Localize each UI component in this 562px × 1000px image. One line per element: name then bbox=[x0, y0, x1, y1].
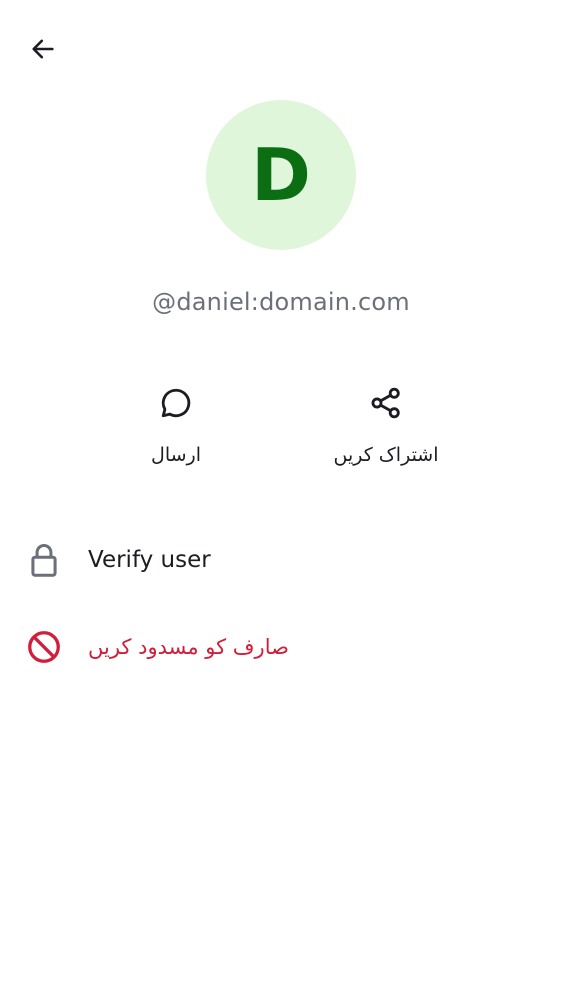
user-id: @daniel:domain.com bbox=[152, 288, 410, 316]
share-icon bbox=[366, 376, 406, 430]
arrow-left-icon bbox=[29, 35, 57, 68]
block-icon bbox=[24, 627, 64, 667]
send-message-button[interactable]: ارسال bbox=[86, 376, 266, 486]
verify-user-row[interactable]: Verify user bbox=[0, 524, 562, 596]
block-user-row[interactable]: صارف کو مسدود کریں bbox=[0, 611, 562, 683]
block-user-label: صارف کو مسدود کریں bbox=[88, 635, 289, 659]
share-button[interactable]: اشتراک کریں bbox=[296, 376, 476, 486]
avatar-initial: D bbox=[251, 133, 311, 217]
chat-bubble-icon bbox=[156, 376, 196, 430]
share-label: اشتراک کریں bbox=[333, 444, 439, 466]
send-label: ارسال bbox=[151, 444, 201, 466]
verify-user-label: Verify user bbox=[88, 547, 211, 573]
back-button[interactable] bbox=[20, 28, 66, 74]
avatar: D bbox=[206, 100, 356, 250]
lock-icon bbox=[24, 540, 64, 580]
user-profile-screen: D @daniel:domain.com ارسال اشتراک کریں V… bbox=[0, 0, 562, 1000]
